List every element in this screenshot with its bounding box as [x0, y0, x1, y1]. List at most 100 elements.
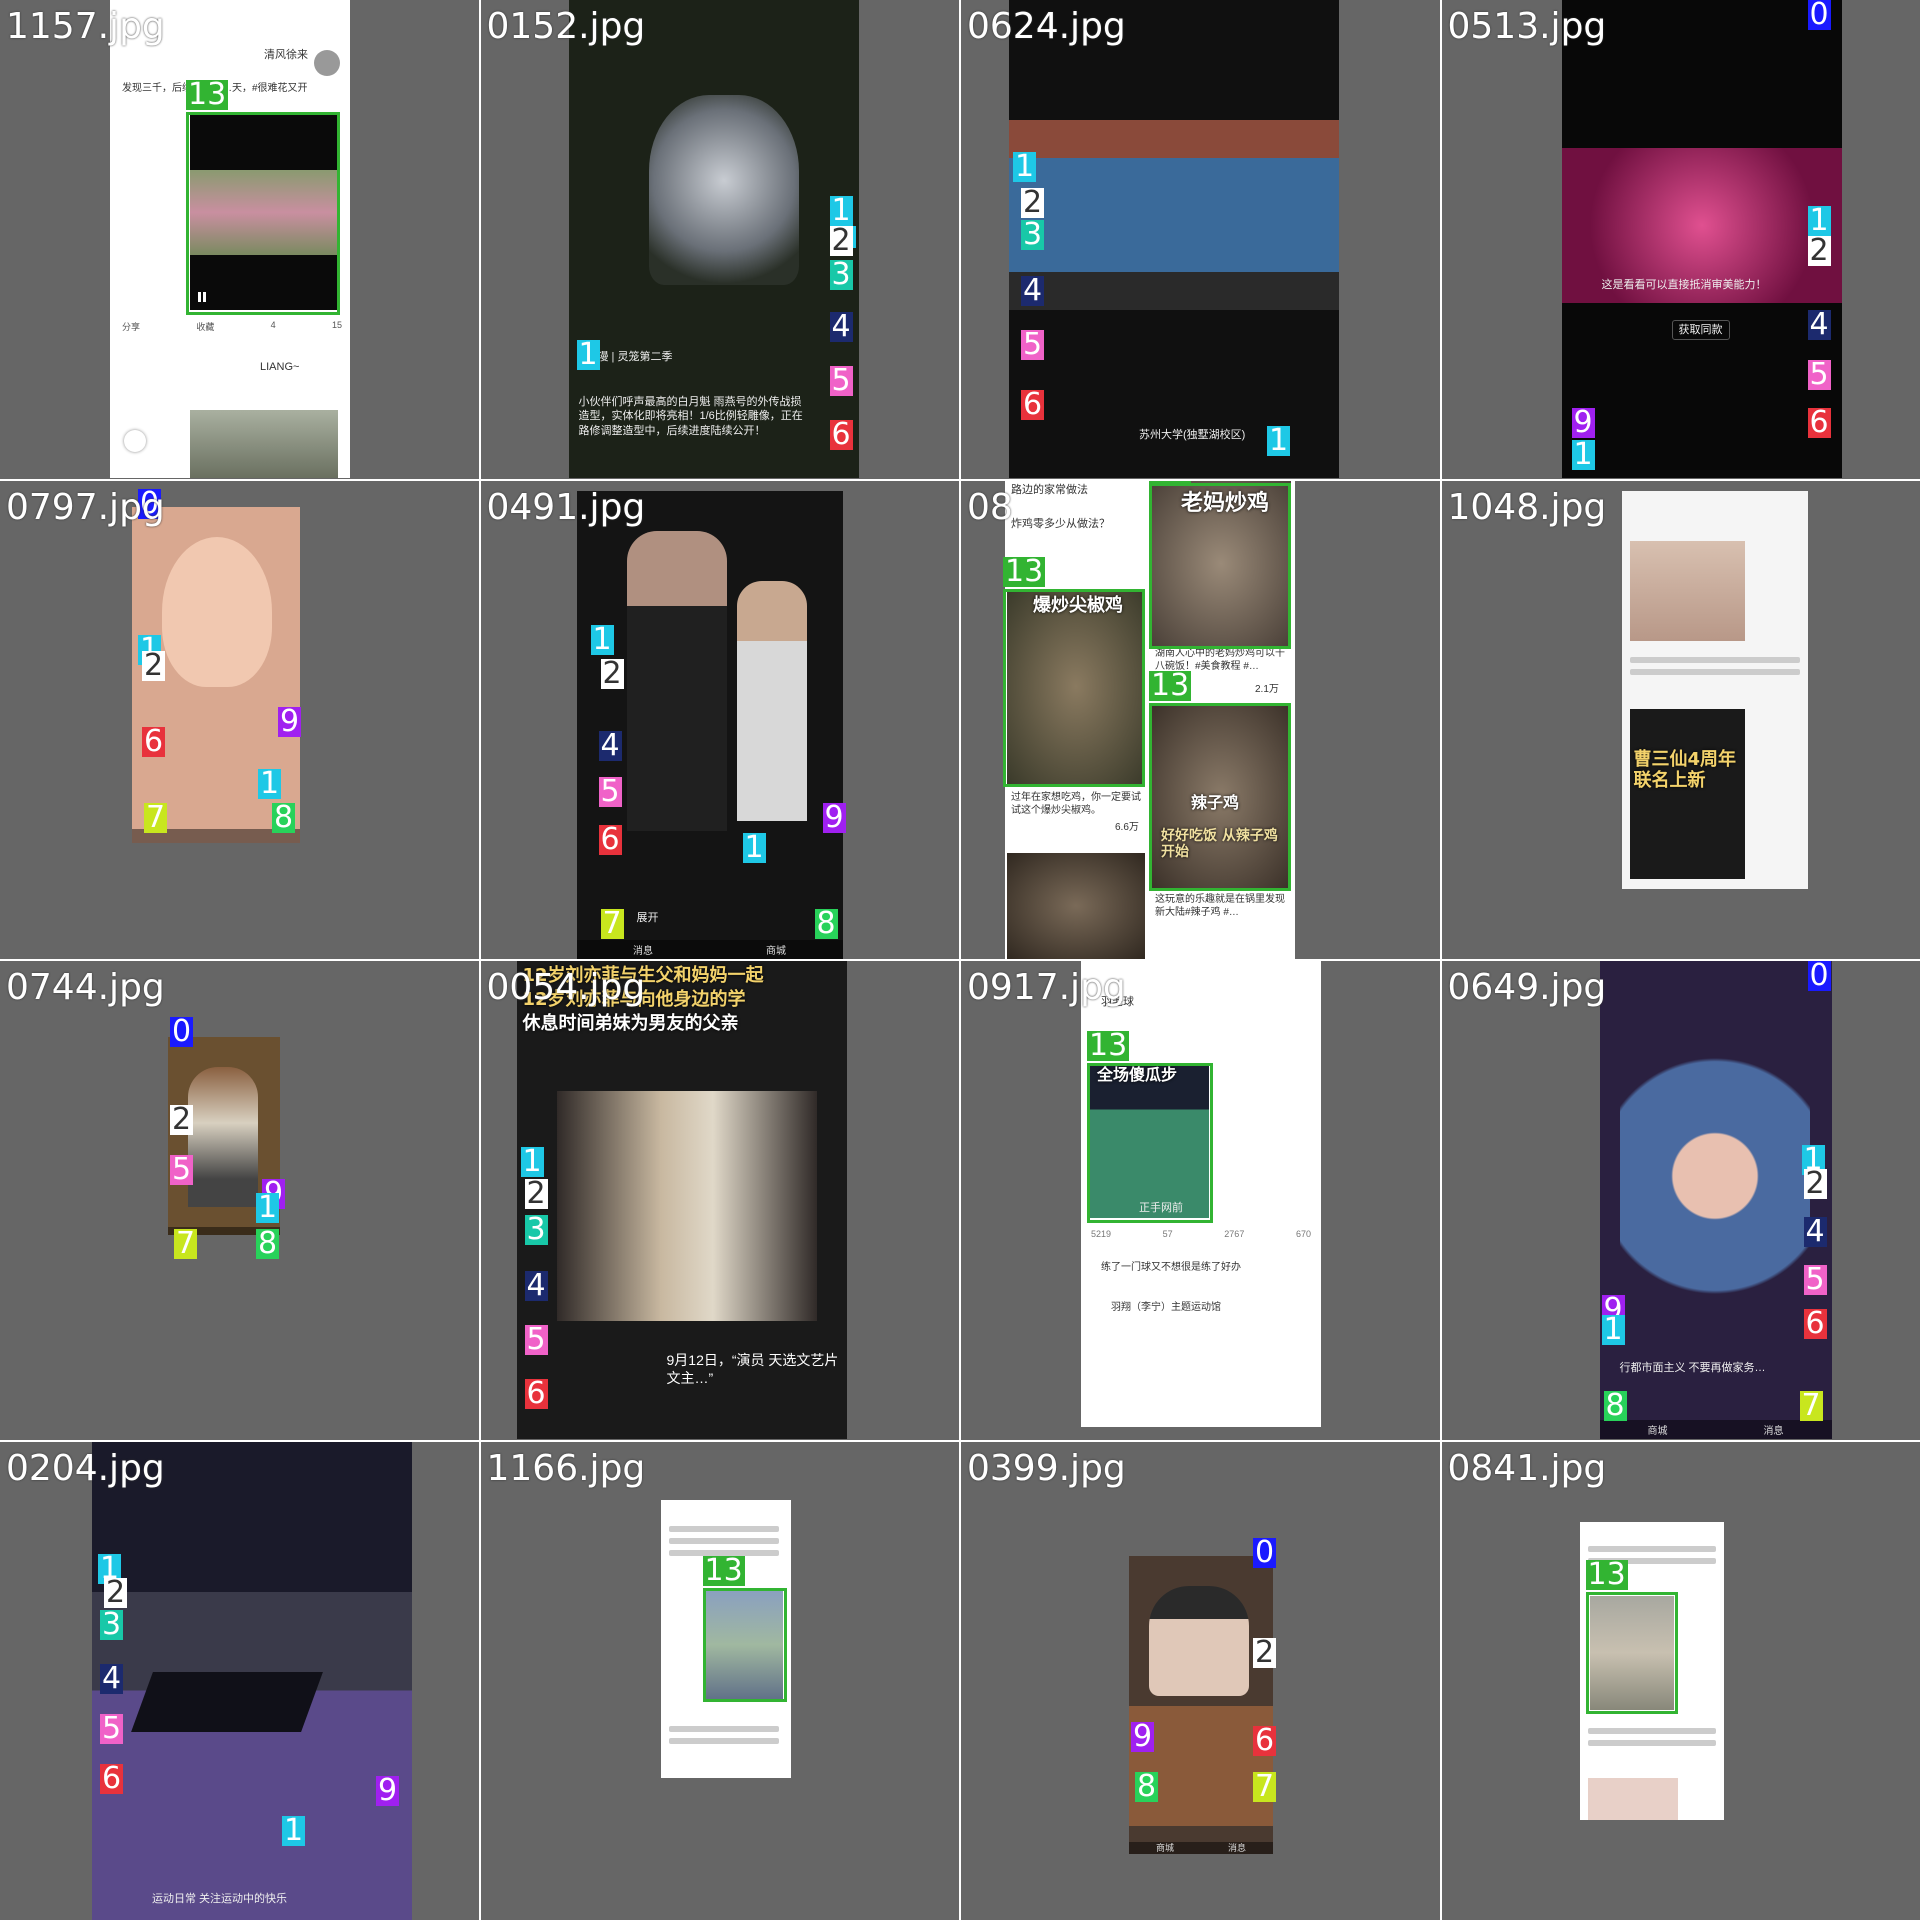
label-5: 5	[1021, 327, 1045, 362]
promo-poster-title: 曹三仙4周年 联名上新	[1633, 748, 1737, 792]
search-suggestion-2[interactable]: 炸鸡零多少从做法？	[1011, 517, 1110, 531]
label-2: 2	[600, 655, 624, 691]
tile-filename: 0204.jpg	[6, 1447, 165, 1489]
label-5: 5	[1803, 1262, 1827, 1297]
tile-filename: 0841.jpg	[1447, 1447, 1607, 1489]
location-label[interactable]: 苏州大学(独墅湖校区)	[1139, 428, 1245, 442]
food-card-4[interactable]	[1007, 852, 1145, 959]
nav-shop[interactable]: 商城	[766, 942, 786, 957]
comment-text: 练了一门球又不想很是练了好办	[1101, 1262, 1241, 1273]
label-2: 2	[1021, 185, 1045, 220]
label-2: 2	[829, 223, 853, 258]
second-post-image[interactable]	[190, 410, 338, 478]
tile-filename: 1157.jpg	[6, 6, 165, 47]
label-4: 4	[1021, 273, 1045, 308]
tile-filename: 0917.jpg	[967, 967, 1126, 1008]
label-7: 7	[174, 1226, 198, 1261]
tile-filename: 0624.jpg	[967, 6, 1126, 47]
bbox-13	[702, 1587, 787, 1702]
nav-messages[interactable]: 消息	[1228, 1841, 1246, 1853]
favorite-count[interactable]: 2767	[1224, 1229, 1244, 1239]
tile-filename: 0491.jpg	[486, 486, 646, 528]
label-4: 4	[100, 1660, 124, 1696]
label-1b: 1	[1267, 423, 1291, 458]
post-text	[1629, 651, 1800, 681]
tile-1157: 1157.jpg 清风徐来 发现三千，后续期待开…天，#很难花又开 分享 收藏 …	[0, 0, 479, 479]
share-count[interactable]: 670	[1296, 1229, 1311, 1239]
tile-filename: 0797.jpg	[6, 486, 165, 528]
label-1: 1	[829, 193, 853, 228]
label-3: 3	[1021, 217, 1045, 252]
label-0: 0	[1253, 1534, 1277, 1570]
phone-screen: 展开 消息 商城	[576, 490, 843, 959]
person-in-hat	[1619, 1011, 1810, 1311]
label-6: 6	[142, 723, 166, 759]
label-4: 4	[829, 309, 853, 344]
tile-0744: 0744.jpg 0 2 5 9 1 8 7	[0, 961, 479, 1440]
phone-screen: 运动日常 关注运动中的快乐	[92, 1441, 412, 1920]
post-image-1[interactable]	[1629, 540, 1745, 641]
label-9: 9	[376, 1772, 400, 1808]
like-count[interactable]: 15	[332, 320, 342, 333]
label-9: 9	[822, 799, 846, 835]
label-8: 8	[814, 905, 838, 941]
label-4: 4	[1807, 307, 1831, 342]
bottom-nav: 商城 消息	[1599, 1419, 1832, 1439]
tile-0841: 0841.jpg 13	[1441, 1441, 1920, 1920]
search-suggestion-1[interactable]: 路边的家常做法	[1011, 483, 1088, 497]
nav-shop[interactable]: 商城	[1156, 1841, 1174, 1853]
promo-poster[interactable]: 曹三仙4周年 联名上新	[1629, 708, 1745, 879]
like-count[interactable]: 5219	[1091, 1229, 1111, 1239]
label-0: 0	[1807, 0, 1831, 32]
expand-link[interactable]: 展开	[637, 911, 659, 925]
label-7: 7	[1253, 1768, 1277, 1804]
comment-count[interactable]: 4	[271, 320, 276, 333]
tile-0399: 0399.jpg 商城 消息 0 2 6 9 8 7	[961, 1441, 1440, 1920]
label-6: 6	[524, 1376, 548, 1411]
label-3: 3	[829, 257, 853, 292]
tile-0491: 0491.jpg 展开 消息 商城 1 2 4 5 6 9 1 7 8	[480, 480, 959, 959]
tile-filename: 1166.jpg	[486, 1447, 646, 1489]
table-tennis-scene	[92, 1591, 412, 1920]
tile-0054: 0054.jpg 12岁刘亦菲与生父和妈妈一起 12岁刘亦菲与向他身边的学 休息…	[480, 961, 959, 1440]
video-caption: 小伙伴们呼声最高的白月魁 雨燕号的外传战损造型，实体化即将亮相！1/6比例轻雕像…	[578, 396, 803, 437]
phone-screen: 动漫 | 灵笼第二季 小伙伴们呼声最高的白月魁 雨燕号的外传战损造型，实体化即将…	[568, 0, 859, 478]
second-post-author: LIANG~	[260, 361, 300, 373]
get-same-button[interactable]: 获取同款	[1671, 320, 1730, 341]
label-1b: 1	[282, 1812, 306, 1848]
post-caption: 发现三千，后续期待开…天，#很难花又开	[122, 82, 342, 95]
label-2: 2	[142, 647, 166, 683]
bbox-13	[186, 112, 340, 315]
label-6: 6	[598, 821, 622, 857]
label-5: 5	[829, 363, 853, 398]
nav-shop[interactable]: 商城	[1648, 1422, 1668, 1437]
label-13: 13	[186, 77, 229, 112]
nav-messages[interactable]: 消息	[1764, 1422, 1784, 1437]
performer-1	[626, 530, 727, 831]
label-5: 5	[1807, 357, 1831, 392]
bottom-nav: 商城 消息	[1129, 1841, 1273, 1854]
food-card-3-desc: 这玩意的乐趣就是在锅里发现新大陆#辣子鸡 #…	[1155, 893, 1285, 918]
comment-count[interactable]: 57	[1163, 1229, 1173, 1239]
label-6: 6	[829, 417, 853, 452]
bbox-13	[1585, 1591, 1678, 1714]
label-6: 6	[1807, 405, 1831, 440]
favorite-button[interactable]: 收藏	[196, 320, 214, 333]
label-1: 1	[520, 1144, 544, 1179]
label-5: 5	[524, 1322, 548, 1357]
nav-messages[interactable]: 消息	[633, 942, 653, 957]
tiktok-icon[interactable]	[124, 430, 146, 452]
label-4: 4	[1803, 1214, 1827, 1249]
second-post-image[interactable]	[1587, 1777, 1678, 1820]
comment-text	[1587, 1722, 1716, 1752]
stage-photo	[556, 1091, 817, 1321]
tile-0917: 0917.jpg 羽毛球 全场傻瓜步 正手网前 5219 57 2767 670…	[961, 961, 1440, 1440]
label-4: 4	[524, 1268, 548, 1303]
face-image	[162, 536, 272, 687]
brand-name: 羽翔（李宁）主题运动馆	[1111, 1302, 1221, 1313]
label-13b: 13	[1149, 480, 1192, 485]
label-8: 8	[256, 1226, 280, 1261]
share-button[interactable]: 分享	[122, 320, 140, 333]
group-photo	[1009, 120, 1339, 310]
tile-filename: 0744.jpg	[6, 967, 165, 1008]
